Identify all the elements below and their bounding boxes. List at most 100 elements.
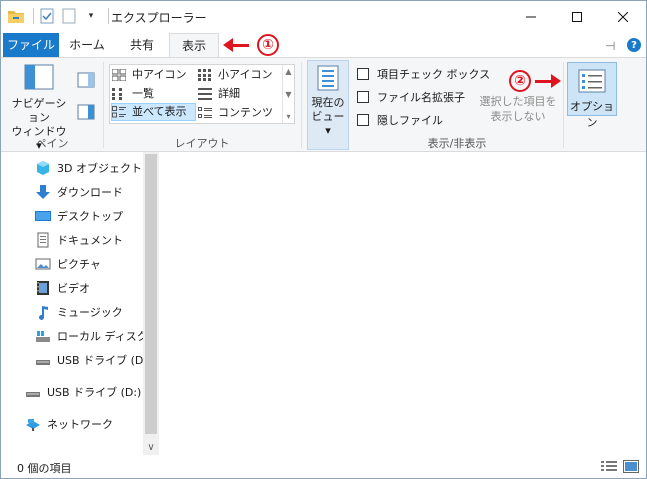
- current-view-label-1: 現在の: [311, 96, 345, 109]
- nav-item-label: ピクチャ: [57, 258, 101, 271]
- navigation-pane: 3D オブジェクト ダウンロード デスクトップ ドキュメント ピクチャ ビデオ …: [1, 152, 159, 455]
- file-extensions-checkbox[interactable]: [357, 91, 369, 103]
- current-view-icon: [317, 65, 339, 91]
- large-icons-toggle-icon[interactable]: [623, 460, 639, 473]
- nav-item-local-disk[interactable]: ローカル ディスク (C: [35, 325, 143, 347]
- download-icon: [36, 185, 50, 199]
- navigation-pane-icon: [24, 64, 54, 90]
- minimize-button[interactable]: [508, 1, 554, 33]
- qat-separator: [33, 8, 34, 24]
- hidden-items-toggle[interactable]: 隠しファイル: [357, 110, 443, 130]
- usb-drive-icon: [36, 360, 50, 365]
- small-icons-icon: [198, 69, 211, 81]
- content-view-icon: [198, 107, 212, 118]
- layout-tiles[interactable]: 並べて表示: [111, 103, 196, 121]
- documents-icon: [37, 232, 49, 248]
- layout-tiles-label: 並べて表示: [132, 105, 187, 118]
- nav-item-usb-drive-root[interactable]: USB ドライブ (D:): [25, 381, 143, 403]
- current-view-button[interactable]: 現在の ビュー ▾: [307, 60, 349, 150]
- usb-drive-icon: [26, 392, 40, 397]
- maximize-button[interactable]: [554, 1, 600, 33]
- navigation-pane-label-1: ナビゲーション: [11, 97, 67, 124]
- nav-item-label: ビデオ: [57, 282, 90, 295]
- tab-share[interactable]: 共有: [115, 33, 169, 57]
- layout-list-label: 一覧: [132, 87, 154, 100]
- item-count: 0 個の項目: [17, 462, 72, 475]
- pin-ribbon-icon[interactable]: ⊣: [605, 39, 615, 53]
- scroll-down-icon[interactable]: ▼: [285, 90, 291, 99]
- nav-item-label: ミュージック: [57, 306, 123, 319]
- nav-item-label: デスクトップ: [57, 210, 123, 223]
- nav-item-desktop[interactable]: デスクトップ: [35, 205, 143, 227]
- help-icon[interactable]: ?: [627, 38, 641, 52]
- scrollbar-thumb[interactable]: [145, 154, 157, 434]
- layout-gallery: 中アイコン 小アイコン 一覧 詳細 並べて表示 コンテンツ ▲ ▼ ▾: [109, 64, 295, 124]
- nav-item-3d-objects[interactable]: 3D オブジェクト: [35, 157, 143, 179]
- explorer-window: ▾ エクスプローラー ファイル ホーム 共有 表示 ① ⊣ ? ナビゲーション …: [0, 0, 647, 479]
- quick-access-toolbar: ▾: [7, 7, 113, 25]
- nav-item-label: ローカル ディスク (C: [57, 330, 143, 343]
- status-bar: 0 個の項目: [1, 455, 646, 478]
- layout-gallery-scroll[interactable]: ▲ ▼ ▾: [282, 65, 294, 123]
- ribbon-view: ナビゲーション ウィンドウ ▾ ペイン レイアウト 中アイコン 小アイコン 一覧…: [1, 57, 646, 152]
- layout-content[interactable]: コンテンツ: [198, 104, 282, 122]
- expand-gallery-icon[interactable]: ▾: [286, 112, 290, 121]
- item-checkboxes-checkbox[interactable]: [357, 68, 369, 80]
- navigation-pane-scrollbar[interactable]: ∨: [143, 152, 159, 455]
- nav-item-label: 3D オブジェクト: [57, 162, 142, 175]
- chevron-down-icon[interactable]: ∨: [143, 442, 159, 453]
- layout-details[interactable]: 詳細: [198, 85, 282, 103]
- ribbon-tab-row: ファイル ホーム 共有 表示 ① ⊣ ?: [1, 33, 646, 57]
- group-label-panes: ペイン: [35, 137, 69, 150]
- properties-icon[interactable]: [38, 7, 56, 25]
- file-extensions-toggle[interactable]: ファイル名拡張子: [357, 87, 465, 107]
- arrow-left-icon: [223, 38, 233, 52]
- options-button[interactable]: オプション: [567, 62, 617, 129]
- annotation-marker-1: ①: [257, 34, 279, 56]
- title-bar: ▾ エクスプローラー: [1, 1, 646, 33]
- group-separator: [301, 62, 302, 148]
- tiles-view-icon: [112, 106, 126, 118]
- tab-home[interactable]: ホーム: [59, 33, 115, 57]
- layout-small-icons[interactable]: 小アイコン: [198, 66, 282, 84]
- local-disk-icon: [36, 331, 50, 342]
- arrow-shaft: [233, 43, 249, 47]
- nav-item-videos[interactable]: ビデオ: [35, 277, 143, 299]
- scroll-up-icon[interactable]: ▲: [285, 67, 291, 76]
- hide-selected-label-1: 選択した項目を: [479, 95, 557, 108]
- layout-medium-icons-label: 中アイコン: [132, 68, 187, 81]
- new-folder-icon[interactable]: [60, 7, 78, 25]
- nav-item-pictures[interactable]: ピクチャ: [35, 253, 143, 275]
- tab-file[interactable]: ファイル: [3, 33, 59, 57]
- layout-content-label: コンテンツ: [218, 106, 273, 119]
- preview-pane-icon[interactable]: [77, 72, 95, 90]
- nav-item-network[interactable]: ネットワーク: [25, 413, 143, 435]
- item-checkboxes-toggle[interactable]: 項目チェック ボックス: [357, 64, 490, 84]
- file-extensions-label: ファイル名拡張子: [377, 91, 465, 104]
- options-icon: [578, 69, 606, 93]
- hide-selected-items-button[interactable]: 選択した項目を 表示しない: [479, 94, 557, 124]
- nav-item-downloads[interactable]: ダウンロード: [35, 181, 143, 203]
- nav-item-label: USB ドライブ (D:): [57, 354, 143, 367]
- nav-item-label: ダウンロード: [57, 186, 123, 199]
- options-label: オプション: [570, 100, 614, 129]
- current-view-label-2: ビュー ▾: [311, 110, 345, 137]
- nav-item-label: ドキュメント: [57, 234, 123, 247]
- file-list-area[interactable]: [159, 152, 646, 455]
- layout-medium-icons[interactable]: 中アイコン: [112, 66, 196, 84]
- medium-icons-icon: [112, 69, 126, 81]
- nav-item-music[interactable]: ミュージック: [35, 301, 143, 323]
- nav-item-documents[interactable]: ドキュメント: [35, 229, 143, 251]
- details-view-toggle-icon[interactable]: [601, 460, 617, 473]
- nav-item-usb-drive[interactable]: USB ドライブ (D:): [35, 349, 143, 371]
- details-pane-icon[interactable]: [77, 104, 95, 122]
- arrow-shaft: [535, 79, 551, 83]
- close-button[interactable]: [600, 1, 646, 33]
- layout-list[interactable]: 一覧: [112, 85, 196, 103]
- videos-icon: [37, 281, 49, 295]
- details-view-icon: [198, 88, 212, 100]
- hidden-items-checkbox[interactable]: [357, 114, 369, 126]
- qat-customize-icon[interactable]: ▾: [82, 7, 100, 25]
- tab-view[interactable]: 表示: [169, 33, 219, 57]
- list-view-icon: [112, 88, 122, 100]
